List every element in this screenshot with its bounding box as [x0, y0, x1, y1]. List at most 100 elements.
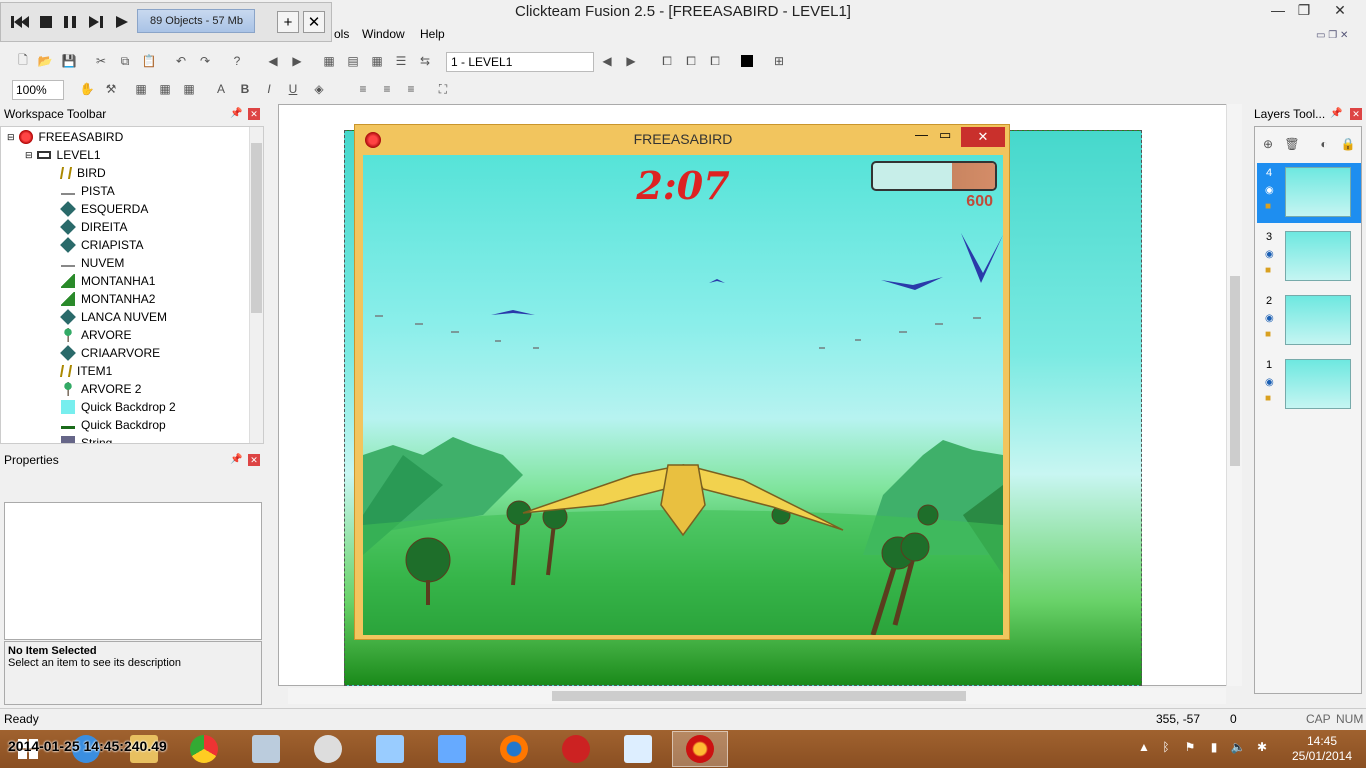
game-close-button[interactable]: ✕ — [961, 127, 1005, 147]
tree-item[interactable]: MONTANHA2 — [61, 290, 155, 308]
new-icon[interactable]: 🗋 — [14, 52, 32, 70]
hscroll-thumb[interactable] — [552, 691, 966, 701]
layer-row[interactable]: 4 ◉ ■ — [1257, 163, 1361, 223]
tree-item[interactable]: CRIAARVORE — [60, 344, 160, 362]
mdi-controls[interactable]: ▭ ❐ ✕ — [1316, 30, 1364, 41]
open-icon[interactable]: 📂 — [36, 52, 54, 70]
underline-icon[interactable]: U — [284, 80, 302, 98]
show-hidden-icon[interactable]: ▲ — [1136, 740, 1152, 756]
reader-taskbar-button[interactable] — [610, 731, 666, 767]
paste-icon[interactable]: 📋 — [140, 52, 158, 70]
vscroll-thumb[interactable] — [1230, 276, 1240, 466]
calculator-taskbar-button[interactable] — [362, 731, 418, 767]
fusion-taskbar-button[interactable] — [672, 731, 728, 767]
menu-window[interactable]: Window — [362, 27, 405, 41]
clock[interactable]: 14:45 25/01/2014 — [1290, 734, 1354, 764]
italic-icon[interactable]: I — [260, 80, 278, 98]
tree-scroll-thumb[interactable] — [251, 143, 262, 313]
close-runtime-button[interactable]: ✕ — [303, 11, 325, 33]
pick-icon[interactable]: ⚒ — [102, 80, 120, 98]
close-properties-button[interactable]: ✕ — [248, 454, 260, 466]
network-icon[interactable]: ✱ — [1254, 740, 1270, 756]
tree-item[interactable]: MONTANHA1 — [61, 272, 155, 290]
battery-icon[interactable]: ▮ — [1206, 740, 1222, 756]
remote-taskbar-button[interactable] — [424, 731, 480, 767]
pause-button[interactable] — [59, 11, 81, 33]
menu-tools[interactable]: ols — [334, 27, 349, 41]
game-window[interactable]: FREEASABIRD — ▭ ✕ 2:07 600 — [354, 124, 1010, 640]
event-list-icon[interactable]: ☰ — [392, 52, 410, 70]
volume-icon[interactable]: 🔈 — [1230, 740, 1246, 756]
eye-icon[interactable]: ◉ — [1265, 313, 1274, 324]
eye-icon[interactable]: ◉ — [1265, 377, 1274, 388]
layer-effect-icon[interactable]: ◐ — [1315, 135, 1333, 153]
tree-item[interactable]: ARVORE 2 — [61, 380, 141, 398]
tree-item[interactable]: DIREITA — [60, 218, 127, 236]
lock-icon[interactable]: ■ — [1265, 329, 1271, 340]
build-icon[interactable]: ⧠ — [706, 52, 724, 70]
bluetooth-icon[interactable]: ᛒ — [1158, 740, 1174, 756]
tree-item[interactable]: Quick Backdrop — [61, 416, 166, 434]
frame-editor-icon[interactable]: ▤ — [344, 52, 362, 70]
tree-item[interactable]: CRIAPISTA — [60, 236, 143, 254]
eye-icon[interactable]: ◉ — [1265, 185, 1274, 196]
storyboard-icon[interactable]: ▦ — [320, 52, 338, 70]
pin-icon[interactable]: 📌 — [1330, 108, 1342, 120]
game-viewport[interactable]: 2:07 600 — [363, 155, 1003, 635]
forward-icon[interactable]: ▶ — [288, 52, 306, 70]
tree-item[interactable]: LANCA NUVEM — [60, 308, 167, 326]
paint-taskbar-button[interactable] — [300, 731, 356, 767]
tree-item[interactable]: ESQUERDA — [60, 200, 148, 218]
tree-item[interactable]: String — [61, 434, 112, 443]
tree-scrollbar[interactable] — [249, 127, 263, 443]
tree-item[interactable]: BIRD — [59, 164, 106, 182]
undo-icon[interactable]: ↶ — [172, 52, 190, 70]
align-right-icon[interactable]: ≡ — [402, 80, 420, 98]
hand-icon[interactable]: ✋ — [78, 80, 96, 98]
editor-vscroll[interactable] — [1226, 104, 1242, 686]
frame-selector[interactable]: 1 - LEVEL1 — [446, 52, 594, 72]
grid-icon[interactable]: ▦ — [132, 80, 150, 98]
data-elements-icon[interactable]: ⇆ — [416, 52, 434, 70]
play-button[interactable] — [111, 11, 133, 33]
game-minimize-button[interactable]: — — [915, 127, 935, 142]
fill-color-icon[interactable]: ◈ — [310, 80, 328, 98]
tree-item[interactable]: ITEM1 — [59, 362, 112, 380]
zoom-selector[interactable]: 100% — [12, 80, 64, 100]
event-editor-icon[interactable]: ▦ — [368, 52, 386, 70]
back-icon[interactable]: ◀ — [264, 52, 282, 70]
step-button[interactable] — [85, 11, 107, 33]
bold-icon[interactable]: B — [236, 80, 254, 98]
copy-icon[interactable]: ⧉ — [116, 52, 134, 70]
tree-frame[interactable]: ⊟ LEVEL1 — [25, 146, 101, 164]
grid2-icon[interactable]: ▦ — [180, 80, 198, 98]
stop-button[interactable] — [35, 11, 57, 33]
snap-icon[interactable]: ▦ — [156, 80, 174, 98]
lock-icon[interactable]: ■ — [1265, 393, 1271, 404]
layer-row[interactable]: 1 ◉ ■ — [1257, 355, 1361, 415]
maximize-button[interactable]: ❐ — [1286, 0, 1322, 22]
grid-settings-icon[interactable]: ⊞ — [770, 52, 788, 70]
firefox-taskbar-button[interactable] — [486, 731, 542, 767]
help-icon[interactable]: ? — [228, 52, 246, 70]
redo-icon[interactable]: ↷ — [196, 52, 214, 70]
save-icon[interactable]: 💾 — [60, 52, 78, 70]
notepad-taskbar-button[interactable] — [238, 731, 294, 767]
editor-hscroll[interactable] — [288, 688, 1226, 704]
layer-row[interactable]: 2 ◉ ■ — [1257, 291, 1361, 351]
align-center-icon[interactable]: ≡ — [378, 80, 396, 98]
app-red-taskbar-button[interactable] — [548, 731, 604, 767]
align-left-icon[interactable]: ≡ — [354, 80, 372, 98]
frame-icon[interactable]: ⛶ — [434, 80, 452, 98]
prev-frame-icon[interactable]: ◀ — [598, 52, 616, 70]
lock-icon[interactable]: ■ — [1265, 201, 1271, 212]
layer-row[interactable]: 3 ◉ ■ — [1257, 227, 1361, 287]
flag-icon[interactable]: ⚑ — [1182, 740, 1198, 756]
tree-item[interactable]: Quick Backdrop 2 — [61, 398, 176, 416]
tree-item[interactable]: ARVORE — [61, 326, 131, 344]
game-maximize-button[interactable]: ▭ — [939, 127, 959, 143]
tree-app[interactable]: ⊟ FREEASABIRD — [7, 128, 123, 146]
close-layers-button[interactable]: ✕ — [1350, 108, 1362, 120]
delete-layer-icon[interactable]: 🗑 — [1283, 135, 1301, 153]
tree-item[interactable]: NUVEM — [61, 254, 124, 272]
